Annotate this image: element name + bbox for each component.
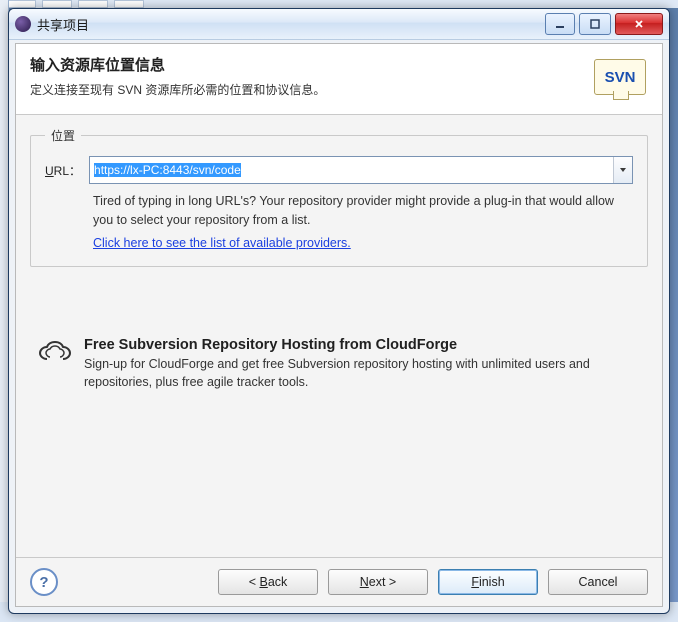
desktop-background: 共享项目 输入资源库位置信息 定义连接至现有 SVN 资源库所必需的位置和协议信… bbox=[0, 0, 678, 622]
url-dropdown-button[interactable] bbox=[613, 157, 632, 183]
providers-link[interactable]: Click here to see the list of available … bbox=[93, 236, 351, 250]
close-button[interactable] bbox=[615, 13, 663, 35]
wizard-subheading: 定义连接至现有 SVN 资源库所必需的位置和协议信息。 bbox=[30, 81, 592, 98]
next-button[interactable]: Next > bbox=[328, 569, 428, 595]
minimize-button[interactable] bbox=[545, 13, 575, 35]
cloudforge-promo: Free Subversion Repository Hosting from … bbox=[30, 337, 648, 391]
wizard-body: 位置 URL： Tired of typing in long URL's? Y… bbox=[16, 115, 662, 557]
cancel-button[interactable]: Cancel bbox=[548, 569, 648, 595]
location-group: 位置 URL： Tired of typing in long URL's? Y… bbox=[30, 127, 648, 267]
cloud-icon bbox=[38, 341, 72, 365]
background-toolbar-hint bbox=[0, 0, 678, 8]
url-label: URL： bbox=[45, 162, 81, 179]
back-button[interactable]: < Back bbox=[218, 569, 318, 595]
url-combo[interactable] bbox=[89, 156, 633, 184]
url-input[interactable] bbox=[89, 156, 633, 184]
dialog-client-area: 输入资源库位置信息 定义连接至现有 SVN 资源库所必需的位置和协议信息。 SV… bbox=[15, 43, 663, 607]
svn-logo: SVN bbox=[592, 54, 648, 100]
finish-button[interactable]: Finish bbox=[438, 569, 538, 595]
chevron-down-icon bbox=[619, 166, 627, 174]
help-button[interactable]: ? bbox=[30, 568, 58, 596]
location-legend: 位置 bbox=[45, 127, 81, 144]
titlebar[interactable]: 共享项目 bbox=[9, 9, 669, 40]
wizard-heading: 输入资源库位置信息 bbox=[30, 54, 592, 75]
svn-badge-icon: SVN bbox=[594, 59, 646, 95]
url-row: URL： bbox=[45, 156, 633, 184]
eclipse-icon bbox=[15, 16, 31, 32]
wizard-header: 输入资源库位置信息 定义连接至现有 SVN 资源库所必需的位置和协议信息。 SV… bbox=[16, 44, 662, 115]
window-title: 共享项目 bbox=[37, 15, 89, 34]
dialog-window: 共享项目 输入资源库位置信息 定义连接至现有 SVN 资源库所必需的位置和协议信… bbox=[8, 8, 670, 614]
wizard-button-bar: ? < Back Next > Finish Cancel bbox=[16, 557, 662, 606]
promo-body: Sign-up for CloudForge and get free Subv… bbox=[84, 355, 640, 391]
url-hint-text: Tired of typing in long URL's? Your repo… bbox=[93, 192, 633, 230]
maximize-button[interactable] bbox=[579, 13, 611, 35]
promo-title: Free Subversion Repository Hosting from … bbox=[84, 337, 640, 353]
